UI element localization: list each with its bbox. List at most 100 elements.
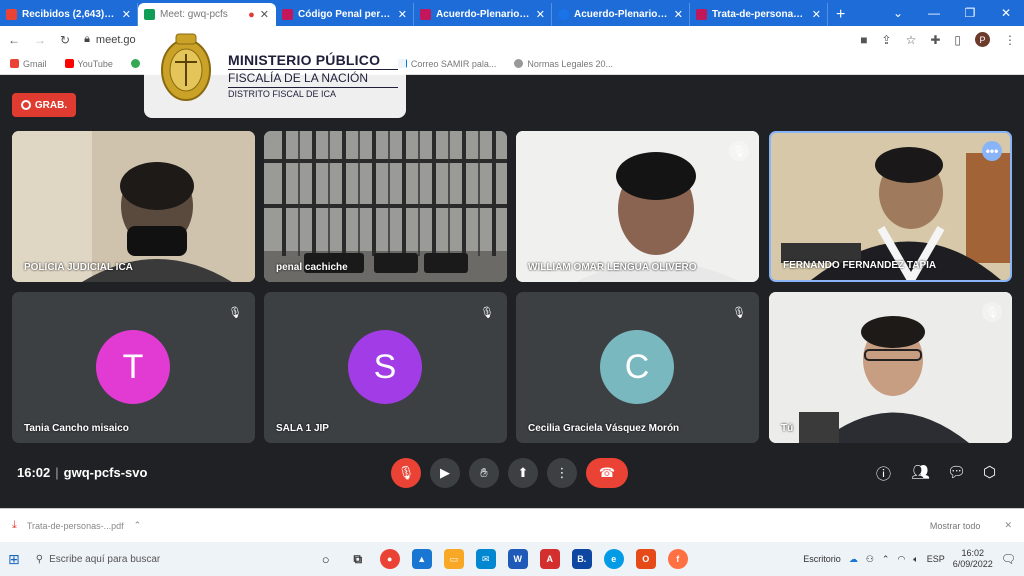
participant-tile-william-omar[interactable]: 🎙︎ WILLIAM OMAR LENGUA OLIVERO — [516, 131, 759, 282]
search-icon: ⚲ — [35, 553, 44, 565]
close-icon[interactable]: ✕ — [1004, 520, 1012, 531]
ministerio-seal-icon — [161, 33, 211, 101]
participant-video — [769, 292, 1012, 443]
chrome-icon[interactable]: ● — [379, 549, 400, 569]
chat-icon[interactable]: 💬︎ — [947, 463, 966, 481]
leave-call-button[interactable]: ☎︎ — [586, 458, 628, 488]
office-icon[interactable]: O — [635, 549, 656, 569]
meeting-time: 16:02 — [17, 465, 51, 480]
participant-name: Tú — [781, 423, 794, 434]
participant-tile-sala-1-jip[interactable]: 🎙︎ S SALA 1 JIP — [264, 292, 507, 443]
forward-icon[interactable]: → — [34, 33, 46, 47]
profile-avatar[interactable]: P — [975, 32, 990, 47]
wifi-icon[interactable]: ◠ — [897, 554, 905, 565]
task-view-icon[interactable]: ⧉ — [348, 549, 368, 569]
taskbar-clock[interactable]: 16:02 6/09/2022 — [953, 548, 993, 570]
mic-off-icon: 🎙︎ — [397, 465, 415, 480]
cortana-icon[interactable]: ○ — [316, 549, 336, 569]
present-screen-button[interactable]: ⬆ — [508, 458, 538, 488]
raise-hand-button[interactable]: ✋︎ — [469, 458, 499, 488]
people-icon[interactable]: ⚇ — [866, 554, 874, 565]
videocam-icon: ▶ — [440, 465, 450, 480]
bookmark-youtube[interactable]: YouTube — [64, 59, 113, 69]
bookmark-correo-samir[interactable]: Correo SAMIR pala... — [397, 59, 496, 69]
mic-toggle-button[interactable]: 🎙︎ — [391, 458, 421, 488]
search-placeholder: Escribe aquí para buscar — [49, 553, 161, 565]
notifications-icon[interactable]: 🗨︎ — [1001, 552, 1016, 566]
camera-icon[interactable]: ■ — [860, 33, 867, 47]
sidebar-icon[interactable]: ▯ — [954, 33, 961, 47]
participant-tile-penal-cachiche[interactable]: penal cachiche — [264, 131, 507, 282]
activities-icon[interactable]: ⬡ — [983, 463, 996, 481]
windows-start-icon[interactable]: ⊞ — [8, 551, 20, 568]
cloud-icon[interactable]: ☁ — [849, 554, 858, 565]
taskbar-search[interactable]: ⚲ Escribe aquí para buscar — [36, 554, 256, 565]
chevron-down-icon[interactable]: ⌄ — [880, 6, 916, 20]
logo-line-1: MINISTERIO PÚBLICO — [228, 52, 381, 68]
meeting-code: gwq-pcfs-svo — [63, 465, 148, 480]
language-indicator[interactable]: ESP — [927, 554, 945, 564]
bookmark-maps[interactable] — [130, 59, 140, 68]
meet-control-bar: 16:02 | gwq-pcfs-svo 🎙︎ ▶ ✋︎ ⬆ ⋮ ☎︎ ⓘ 👥︎ 💬… — [0, 453, 1024, 493]
meet-icon — [144, 9, 155, 20]
tab-codigo-penal[interactable]: Código Penal peruano ✕ — [276, 3, 414, 26]
participant-video — [516, 131, 759, 282]
chevron-up-icon[interactable]: ⌃ — [134, 520, 142, 531]
close-icon[interactable]: ✕ — [398, 8, 407, 21]
close-window-icon[interactable]: ✕ — [988, 6, 1024, 20]
bold-app-icon[interactable]: B. — [571, 549, 592, 569]
paint-icon[interactable]: ▲ — [411, 549, 432, 569]
more-options-button[interactable]: ⋮ — [547, 458, 577, 488]
people-icon[interactable]: 👥︎ — [911, 463, 930, 481]
taskbar-pinned-apps: ○ ⧉ ● ▲ ▭ ✉ W A B. e O f — [316, 549, 688, 569]
mail-icon[interactable]: ✉ — [475, 549, 496, 569]
participant-tile-self[interactable]: 🎙︎ Tú — [769, 292, 1012, 443]
share-icon[interactable]: ⇪ — [882, 33, 892, 47]
tab-acuerdo-plenario-06[interactable]: Acuerdo-Plenario-06- ✕ — [552, 3, 690, 26]
close-icon[interactable]: ✕ — [812, 8, 821, 21]
extensions-icon[interactable]: ✚ — [930, 33, 940, 47]
file-explorer-icon[interactable]: ▭ — [443, 549, 464, 569]
bookmark-gmail[interactable]: Gmail — [10, 59, 47, 69]
close-icon[interactable]: ✕ — [122, 8, 131, 21]
bookmark-normas-legales[interactable]: Normas Legales 20... — [514, 59, 613, 69]
present-icon: ⬆ — [517, 465, 529, 480]
tab-trata-de-personas[interactable]: Trata-de-personas-an ✕ — [690, 3, 828, 26]
tab-gmail[interactable]: Recibidos (2,643) - pe ✕ — [0, 3, 138, 26]
reload-icon[interactable]: ↻ — [60, 33, 70, 47]
tab-title: Trata-de-personas-an — [712, 9, 807, 20]
close-icon[interactable]: ✕ — [536, 8, 545, 21]
minimize-icon[interactable]: — — [916, 6, 952, 20]
show-all-link[interactable]: Mostrar todo — [930, 521, 981, 531]
close-icon[interactable]: ✕ — [674, 8, 683, 21]
hand-icon: ✋︎ — [480, 465, 488, 480]
close-icon[interactable]: ✕ — [260, 8, 269, 21]
mic-off-icon: 🎙︎ — [228, 306, 242, 319]
camera-toggle-button[interactable]: ▶ — [430, 458, 460, 488]
download-filename[interactable]: Trata-de-personas-...pdf — [27, 521, 124, 531]
more-options-icon[interactable]: ••• — [982, 141, 1002, 161]
participant-tile-policia-judicial[interactable]: POLICIA JUDICIAL ICA — [12, 131, 255, 282]
chevron-up-icon[interactable]: ⌃ — [882, 554, 890, 565]
info-icon[interactable]: ⓘ — [876, 463, 891, 484]
recording-badge[interactable]: GRAB. — [12, 93, 76, 117]
address-bar[interactable]: 🔒︎ meet.go — [84, 33, 136, 46]
participant-tile-fernando-fernandez[interactable]: ••• FERNANDO FERNANDEZ TAPIA — [769, 131, 1012, 282]
menu-icon[interactable]: ⋮ — [1004, 33, 1016, 47]
lock-icon: 🔒︎ — [84, 33, 90, 45]
participant-tile-cecilia[interactable]: 🎙︎ C Cecilia Graciela Vásquez Morón — [516, 292, 759, 443]
edge-icon[interactable]: e — [603, 549, 624, 569]
back-icon[interactable]: ← — [8, 33, 20, 47]
star-icon[interactable]: ☆ — [906, 33, 917, 47]
word-icon[interactable]: W — [507, 549, 528, 569]
participant-tile-tania[interactable]: 🎙︎ T Tania Cancho misaico — [12, 292, 255, 443]
acrobat-icon[interactable]: A — [539, 549, 560, 569]
volume-icon[interactable]: 🔈︎ — [913, 554, 918, 565]
tab-acuerdo-plenario-2[interactable]: Acuerdo-Plenario-2-2 ✕ — [414, 3, 552, 26]
new-tab-button[interactable]: + — [828, 3, 853, 26]
avatar-initial: T — [122, 347, 144, 386]
desktop-label[interactable]: Escritorio — [803, 554, 841, 564]
maximize-icon[interactable]: ❐ — [952, 6, 988, 20]
tab-meet[interactable]: Meet: gwq-pcfs ● ✕ — [138, 3, 276, 26]
firefox-icon[interactable]: f — [667, 549, 688, 569]
